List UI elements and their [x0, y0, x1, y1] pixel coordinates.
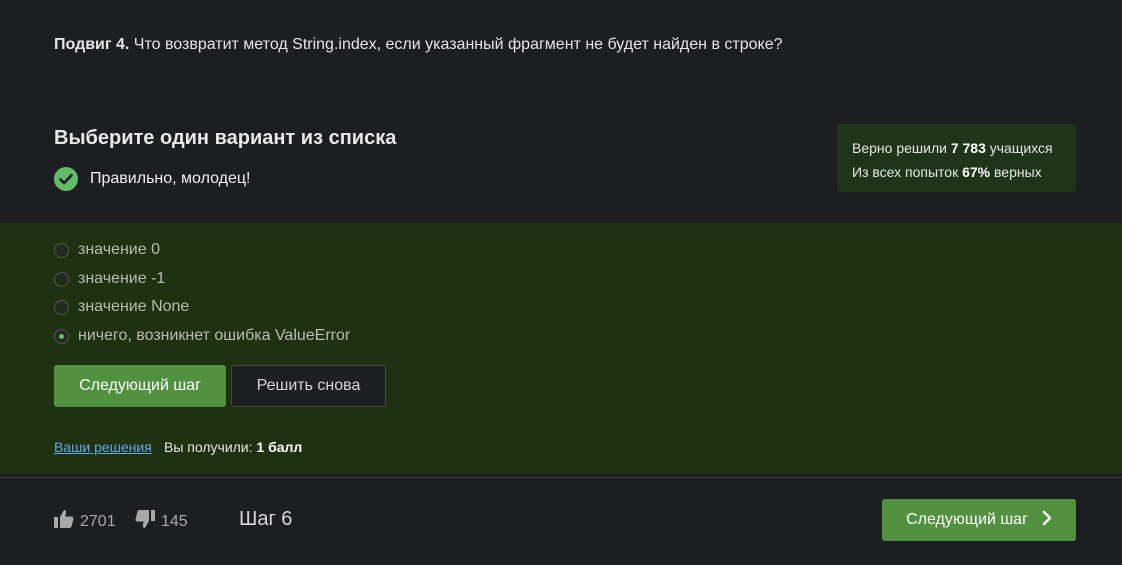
- like-button[interactable]: 2701: [53, 508, 116, 535]
- your-solutions-link[interactable]: Ваши решения: [54, 439, 152, 455]
- score-text: Вы получили: 1 балл: [164, 439, 302, 455]
- radio-button-checked[interactable]: [54, 328, 69, 344]
- check-circle-icon: [54, 167, 78, 191]
- choose-title: Выберите один вариант из списка: [54, 127, 397, 149]
- stats-solved: Верно решили 7 783 учащихся: [852, 136, 1061, 160]
- stats-solved-suffix: учащихся: [985, 140, 1053, 156]
- footer-divider: [0, 477, 1122, 478]
- option-label: значение -1: [78, 270, 166, 287]
- radio-button[interactable]: [54, 271, 69, 287]
- stats-solved-prefix: Верно решили: [852, 140, 951, 156]
- option-3[interactable]: ничего, возникнет ошибка ValueError: [54, 327, 350, 345]
- step-label: Шаг 6: [239, 508, 293, 530]
- chevron-right-icon: [1042, 510, 1052, 531]
- footer-next-step-button[interactable]: Следующий шаг: [882, 499, 1076, 541]
- likes-count: 2701: [80, 512, 116, 530]
- thumbs-down-icon: [134, 508, 156, 535]
- dislikes-count: 145: [161, 512, 188, 530]
- question-text: Подвиг 4. Что возвратит метод String.ind…: [54, 36, 782, 54]
- option-label: значение 0: [78, 241, 160, 258]
- answer-panel: [0, 223, 1122, 474]
- score-prefix: Вы получили:: [164, 439, 257, 455]
- stats-attempts-prefix: Из всех попыток: [852, 164, 963, 180]
- option-1[interactable]: значение -1: [54, 270, 165, 288]
- stats-box: Верно решили 7 783 учащихся Из всех попы…: [837, 124, 1076, 192]
- thumbs-up-icon: [53, 508, 75, 535]
- next-step-button[interactable]: Следующий шаг: [54, 365, 226, 407]
- option-0[interactable]: значение 0: [54, 241, 160, 259]
- question-prefix: Подвиг 4.: [54, 36, 130, 53]
- result-message-text: Правильно, молодец!: [90, 170, 251, 187]
- option-2[interactable]: значение None: [54, 298, 189, 316]
- radio-button[interactable]: [54, 242, 69, 258]
- dislike-button[interactable]: 145: [134, 508, 188, 535]
- stats-solved-count: 7 783: [950, 140, 986, 156]
- footer-next-step-label: Следующий шаг: [906, 511, 1028, 528]
- option-label: ничего, возникнет ошибка ValueError: [78, 327, 351, 344]
- stats-attempts: Из всех попыток 67% верных: [852, 160, 1061, 184]
- radio-button[interactable]: [54, 299, 69, 315]
- question-body: Что возвратит метод String.index, если у…: [129, 36, 783, 53]
- retry-button[interactable]: Решить снова: [231, 365, 386, 407]
- stats-attempts-percent: 67%: [962, 164, 991, 180]
- stats-attempts-suffix: верных: [990, 164, 1042, 180]
- result-message: Правильно, молодец!: [54, 167, 250, 191]
- score-value: 1 балл: [256, 439, 303, 455]
- option-label: значение None: [78, 298, 190, 315]
